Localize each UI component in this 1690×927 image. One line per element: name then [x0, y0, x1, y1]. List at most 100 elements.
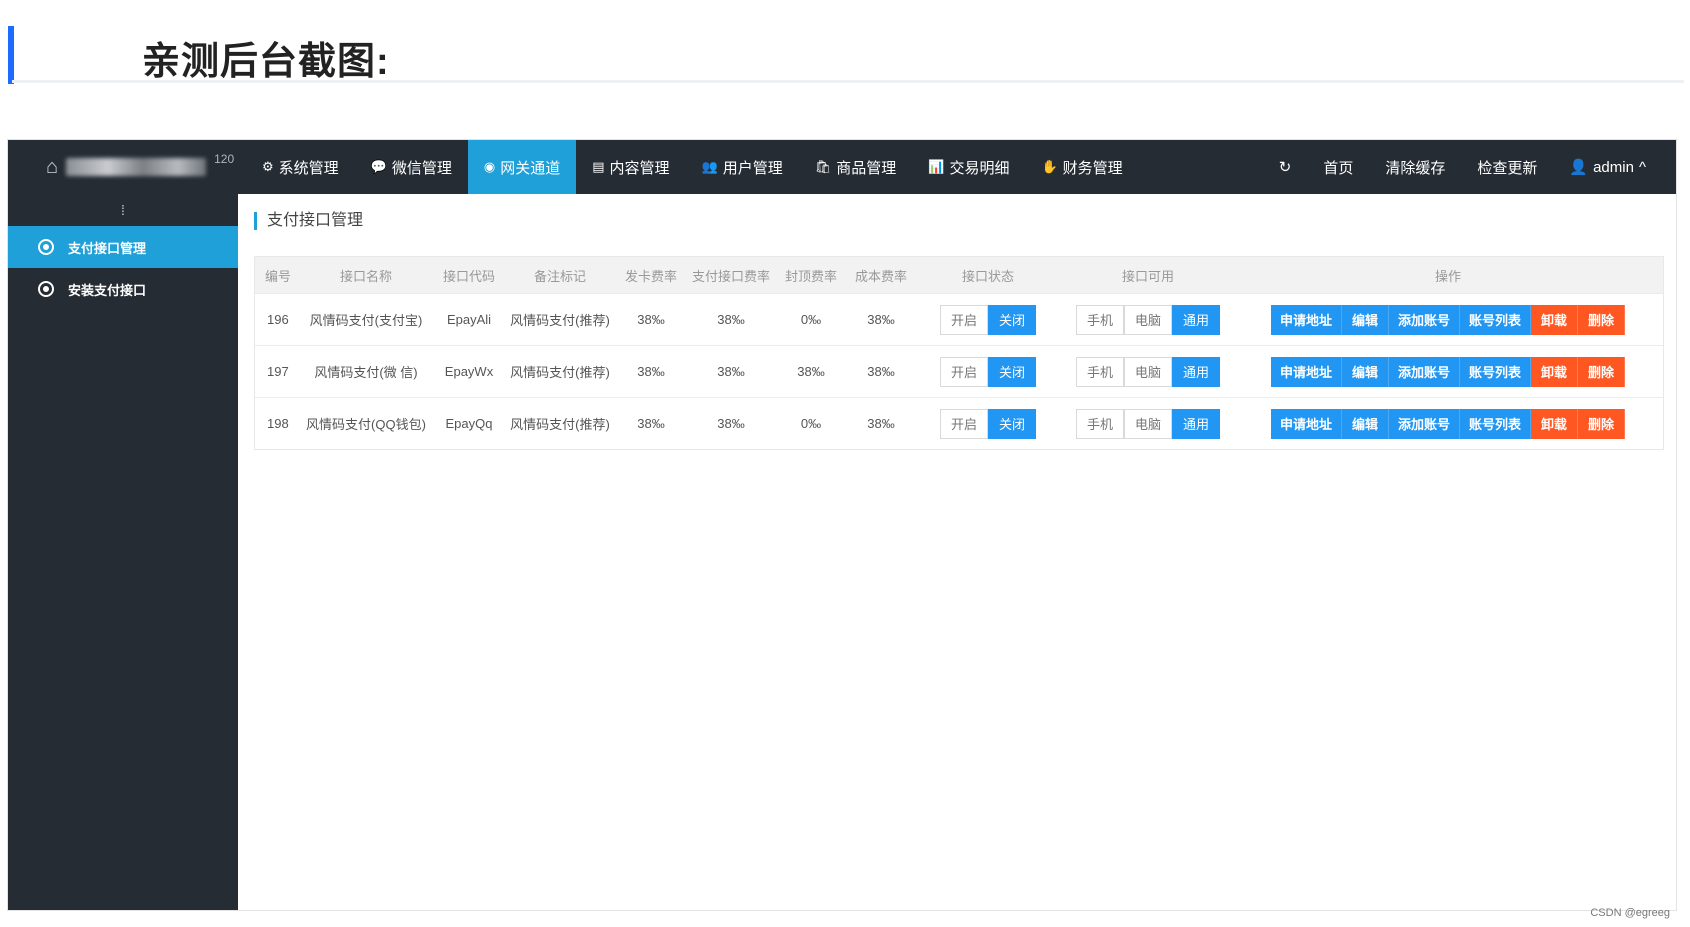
cell-card-rate: 38‰: [613, 293, 689, 346]
slide-accent-bar: [8, 26, 14, 84]
avail-pc-button[interactable]: 电脑: [1124, 408, 1172, 439]
clear-cache-link[interactable]: 清除缓存: [1369, 157, 1461, 178]
status-close-button[interactable]: 关闭: [988, 408, 1036, 439]
circle-dot-icon: [38, 239, 54, 255]
cell-availability: 手机 电脑 通用: [1063, 397, 1233, 449]
blurred-site-name: [66, 158, 207, 176]
col-header: 接口状态: [913, 257, 1063, 294]
nav-system[interactable]: ⚙ 系统管理: [246, 140, 355, 194]
uninstall-button[interactable]: 卸载: [1531, 356, 1578, 387]
cell-name: 风情码支付(QQ钱包): [301, 397, 431, 449]
apply-url-button[interactable]: 申请地址: [1271, 408, 1342, 439]
add-account-button[interactable]: 添加账号: [1389, 408, 1460, 439]
gateway-icon: ◉: [483, 159, 496, 174]
account-list-button[interactable]: 账号列表: [1460, 356, 1531, 387]
status-open-button[interactable]: 开启: [940, 356, 988, 387]
avail-common-button[interactable]: 通用: [1172, 304, 1220, 335]
avail-mobile-button[interactable]: 手机: [1076, 356, 1124, 387]
home-link[interactable]: 首页: [1307, 157, 1369, 178]
col-header: 备注标记: [507, 257, 613, 294]
finance-icon: ✋: [1041, 159, 1058, 174]
nav-label: 内容管理: [609, 159, 670, 177]
uninstall-button[interactable]: 卸载: [1531, 304, 1578, 335]
main-content: 支付接口管理 编号 接口名称 接口代码 备注标记 发卡费率 支付接口费率 封顶费…: [238, 194, 1676, 910]
avail-common-button[interactable]: 通用: [1172, 356, 1220, 387]
cell-card-rate: 38‰: [613, 345, 689, 398]
cell-id: 197: [255, 345, 301, 398]
edit-button[interactable]: 编辑: [1342, 408, 1389, 439]
cell-actions: 申请地址 编辑 添加账号 账号列表 卸载 删除: [1233, 397, 1663, 449]
delete-button[interactable]: 删除: [1578, 408, 1625, 439]
apply-url-button[interactable]: 申请地址: [1271, 356, 1342, 387]
status-toggle: 开启 关闭: [940, 408, 1036, 439]
cell-cost-rate: 38‰: [849, 345, 913, 398]
account-list-button[interactable]: 账号列表: [1460, 408, 1531, 439]
user-name: admin: [1593, 158, 1634, 176]
nav-wechat[interactable]: 💬 微信管理: [355, 140, 468, 194]
home-icon: ⌂: [46, 155, 59, 178]
shopping-bag-icon: 🛍: [814, 159, 832, 174]
nav-right: ↻ 首页 清除缓存 检查更新 👤 admin ^: [1263, 140, 1662, 194]
brand-suffix: 120: [214, 152, 235, 166]
cell-pay-rate: 38‰: [689, 293, 773, 346]
sidebar-item-install-interface[interactable]: 安装支付接口: [8, 268, 238, 310]
top-navbar: ⌂ 120 ⚙ 系统管理 💬 微信管理 ◉ 网关通道 ▤ 内容管理 👥 用户管理…: [8, 140, 1676, 194]
nav-label: 系统管理: [278, 159, 339, 177]
delete-button[interactable]: 删除: [1578, 304, 1625, 335]
cell-remark: 风情码支付(推荐): [507, 397, 613, 449]
col-header: 发卡费率: [613, 257, 689, 294]
nav-label: 网关通道: [500, 159, 561, 177]
col-header: 接口可用: [1063, 257, 1233, 294]
wechat-icon: 💬: [370, 159, 387, 174]
status-close-button[interactable]: 关闭: [988, 304, 1036, 335]
account-list-button[interactable]: 账号列表: [1460, 304, 1531, 335]
table-row: 198 风情码支付(QQ钱包) EpayQq 风情码支付(推荐) 38‰ 38‰…: [255, 397, 1663, 449]
status-close-button[interactable]: 关闭: [988, 356, 1036, 387]
nav-transactions[interactable]: 📊 交易明细: [912, 140, 1025, 194]
sidebar-item-label: 安装支付接口: [68, 282, 147, 298]
status-open-button[interactable]: 开启: [940, 304, 988, 335]
sidebar-toggle-icon[interactable]: ⁞: [8, 194, 238, 226]
avail-mobile-button[interactable]: 手机: [1076, 304, 1124, 335]
cell-cap-rate: 38‰: [773, 345, 849, 398]
availability-toggle: 手机 电脑 通用: [1076, 304, 1220, 335]
action-buttons: 申请地址 编辑 添加账号 账号列表 卸载 删除: [1271, 304, 1625, 335]
nav-finance[interactable]: ✋ 财务管理: [1025, 140, 1138, 194]
avail-pc-button[interactable]: 电脑: [1124, 304, 1172, 335]
status-toggle: 开启 关闭: [940, 356, 1036, 387]
availability-toggle: 手机 电脑 通用: [1076, 356, 1220, 387]
refresh-icon[interactable]: ↻: [1263, 158, 1308, 176]
cell-availability: 手机 电脑 通用: [1063, 293, 1233, 346]
user-menu[interactable]: 👤 admin ^: [1553, 158, 1662, 177]
delete-button[interactable]: 删除: [1578, 356, 1625, 387]
admin-app-window: ⌂ 120 ⚙ 系统管理 💬 微信管理 ◉ 网关通道 ▤ 内容管理 👥 用户管理…: [8, 140, 1676, 910]
avail-common-button[interactable]: 通用: [1172, 408, 1220, 439]
check-update-link[interactable]: 检查更新: [1461, 157, 1553, 178]
interface-table: 编号 接口名称 接口代码 备注标记 发卡费率 支付接口费率 封顶费率 成本费率 …: [254, 256, 1664, 450]
user-icon: 👤: [1569, 159, 1589, 176]
sidebar-item-payment-interfaces[interactable]: 支付接口管理: [8, 226, 238, 268]
col-header: 操作: [1233, 257, 1663, 294]
nav-goods[interactable]: 🛍 商品管理: [799, 140, 913, 194]
add-account-button[interactable]: 添加账号: [1389, 356, 1460, 387]
edit-button[interactable]: 编辑: [1342, 304, 1389, 335]
cell-code: EpayWx: [431, 345, 507, 398]
add-account-button[interactable]: 添加账号: [1389, 304, 1460, 335]
edit-button[interactable]: 编辑: [1342, 356, 1389, 387]
status-open-button[interactable]: 开启: [940, 408, 988, 439]
nav-users[interactable]: 👥 用户管理: [686, 140, 799, 194]
nav-content[interactable]: ▤ 内容管理: [576, 140, 685, 194]
brand-logo[interactable]: ⌂ 120: [8, 140, 238, 194]
avail-pc-button[interactable]: 电脑: [1124, 356, 1172, 387]
nav-gateway[interactable]: ◉ 网关通道: [467, 140, 577, 194]
cell-cost-rate: 38‰: [849, 293, 913, 346]
cell-cap-rate: 0‰: [773, 293, 849, 346]
breadcrumb: 支付接口管理: [254, 212, 363, 230]
avail-mobile-button[interactable]: 手机: [1076, 408, 1124, 439]
action-buttons: 申请地址 编辑 添加账号 账号列表 卸载 删除: [1271, 356, 1625, 387]
cell-name: 风情码支付(支付宝): [301, 293, 431, 346]
uninstall-button[interactable]: 卸载: [1531, 408, 1578, 439]
apply-url-button[interactable]: 申请地址: [1271, 304, 1342, 335]
availability-toggle: 手机 电脑 通用: [1076, 408, 1220, 439]
document-icon: ▤: [592, 159, 605, 174]
